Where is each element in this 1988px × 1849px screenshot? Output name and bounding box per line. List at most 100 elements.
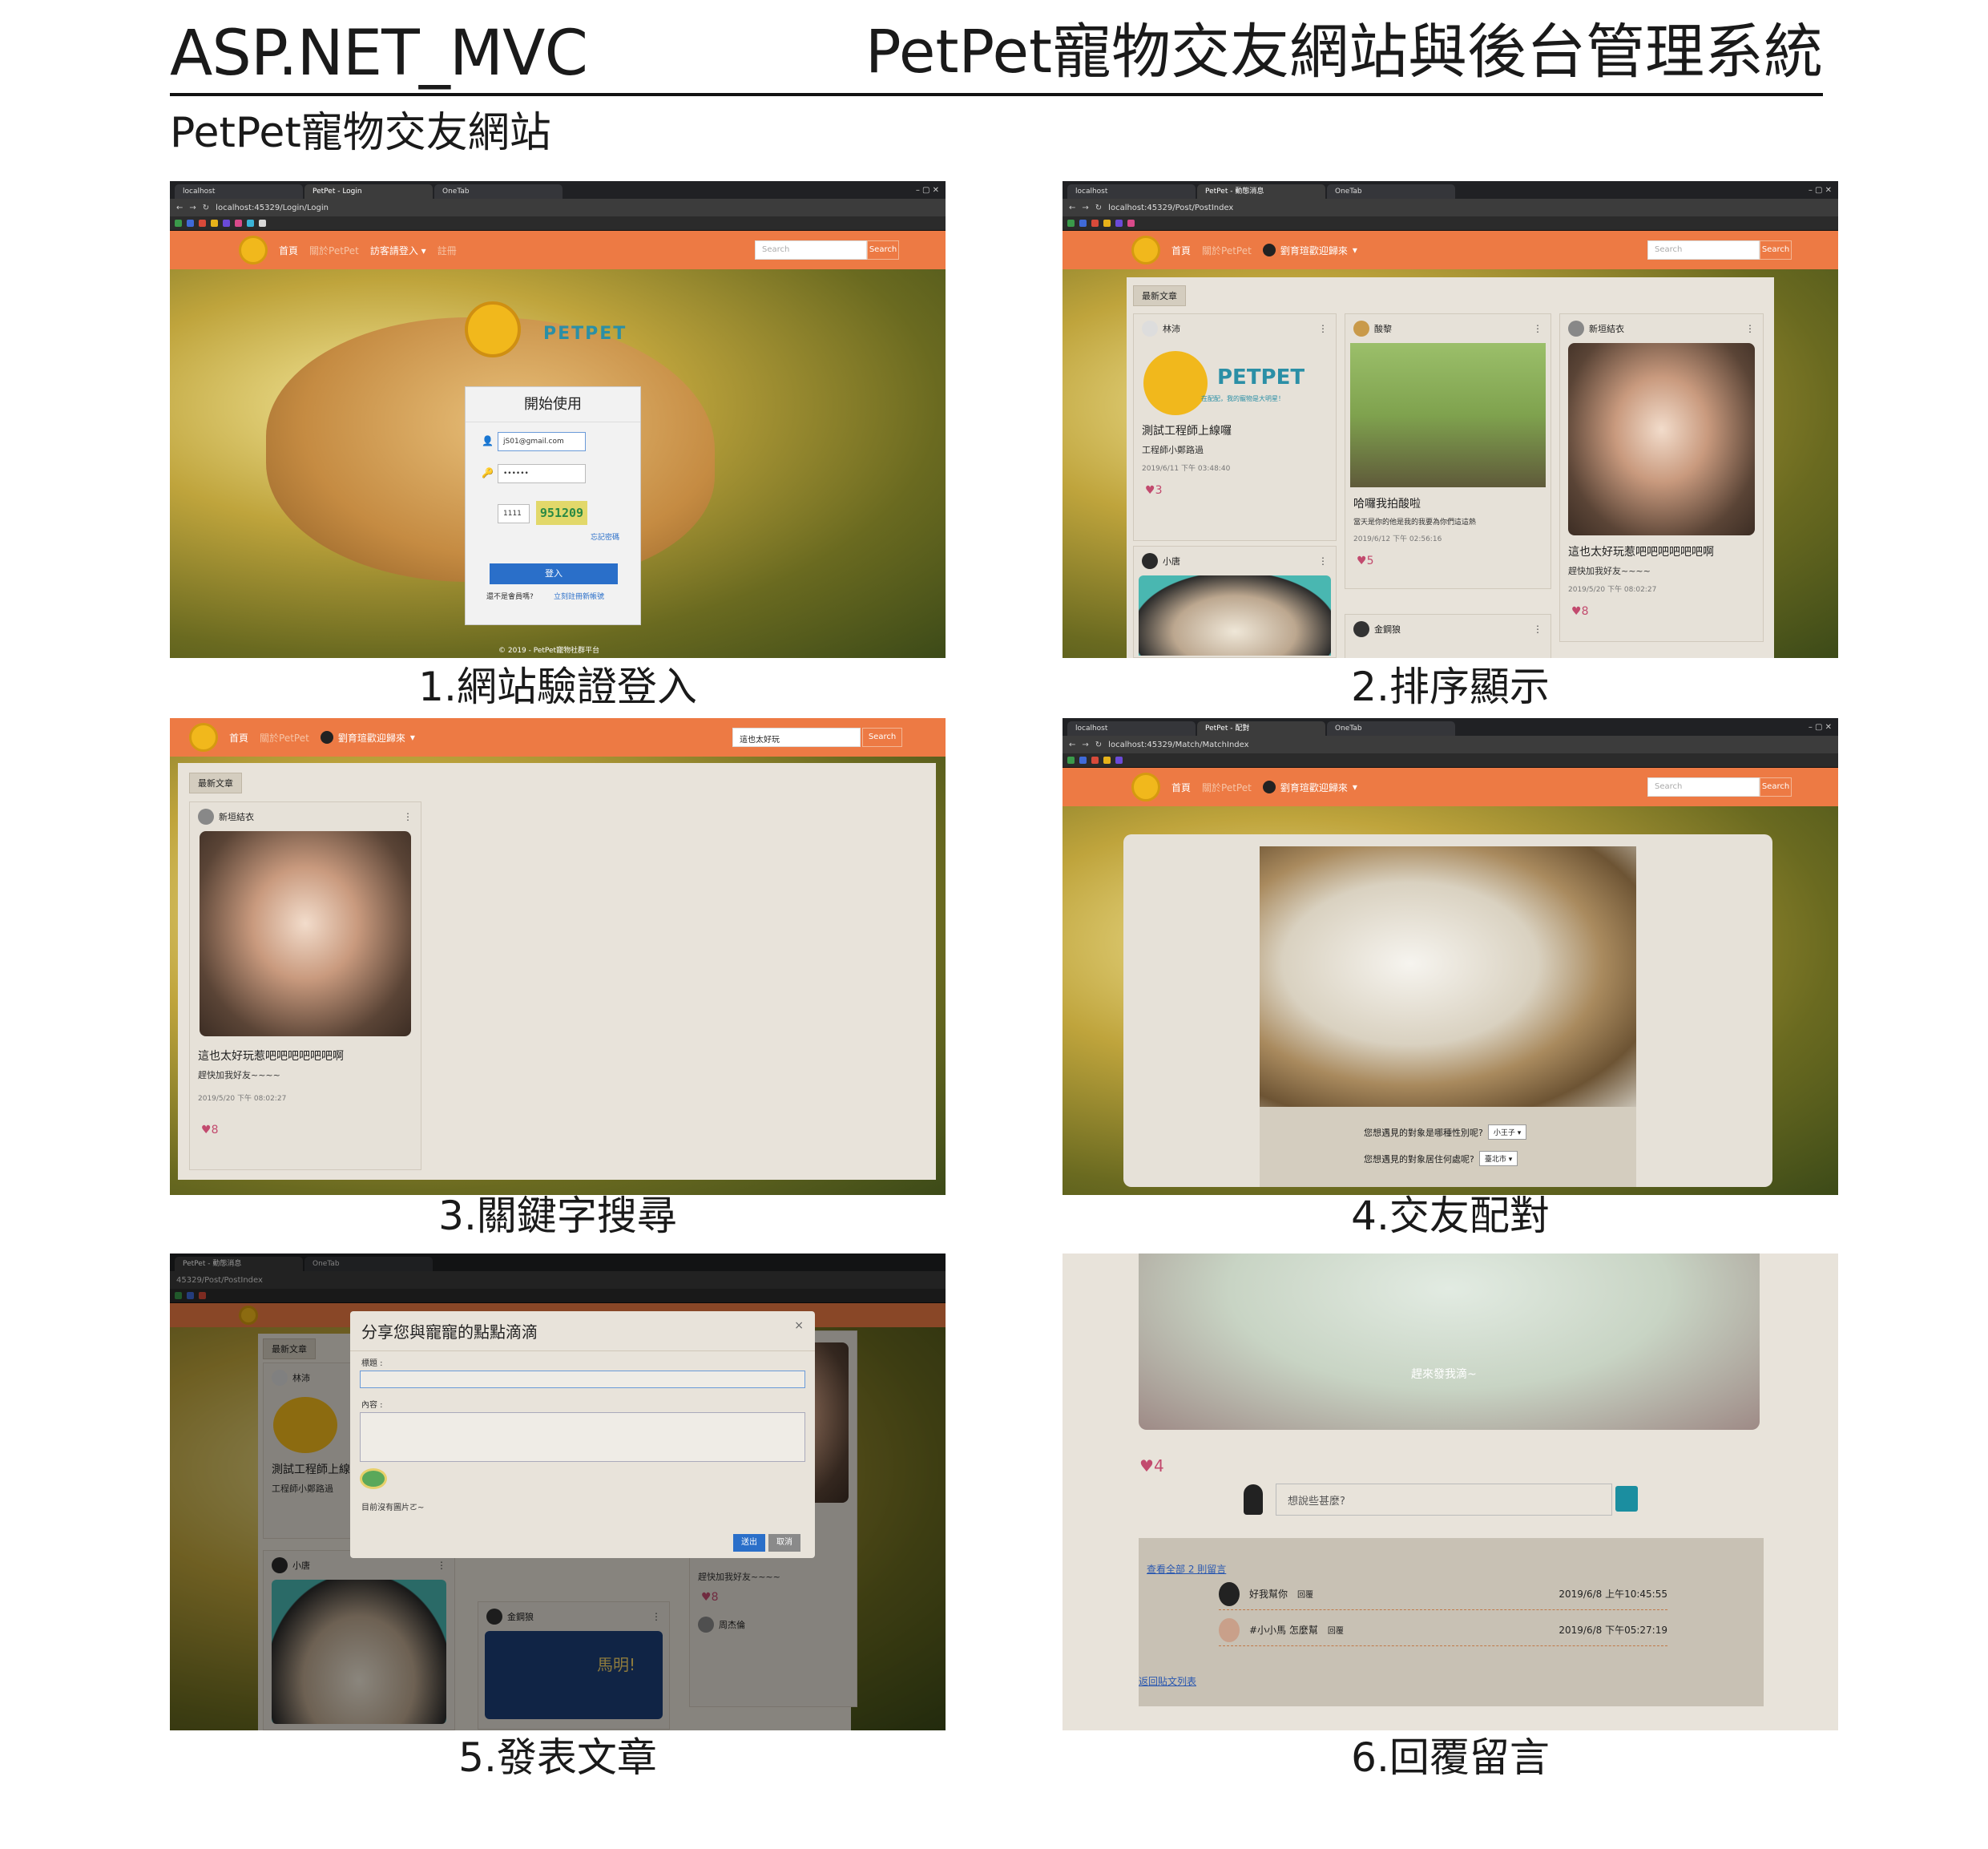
nav-user-menu[interactable]: 劉育瑄歡迎歸來 ▾: [1262, 781, 1357, 794]
browser-tab[interactable]: localhost: [175, 184, 303, 199]
address-bar[interactable]: ← → ↻ localhost:45329/Post/PostIndex: [1063, 199, 1838, 216]
like-count[interactable]: ♥8: [190, 1108, 421, 1143]
forward-icon[interactable]: →: [189, 204, 196, 212]
kebab-menu-icon[interactable]: ⋮: [403, 811, 413, 822]
heart-icon[interactable]: ♥: [1571, 605, 1582, 618]
kebab-menu-icon[interactable]: ⋮: [1318, 555, 1328, 567]
nav-user-menu[interactable]: 劉育瑄歡迎歸來 ▾: [1262, 244, 1357, 257]
heart-icon[interactable]: ♥: [1139, 1456, 1154, 1476]
window-controls[interactable]: – ▢ ✕: [1809, 186, 1838, 195]
nav-about[interactable]: 關於PetPet: [309, 244, 359, 257]
kebab-menu-icon[interactable]: ⋮: [1533, 624, 1542, 635]
close-icon[interactable]: ×: [794, 1319, 804, 1332]
back-icon[interactable]: ←: [1069, 741, 1075, 749]
window-controls[interactable]: – ▢ ✕: [1809, 723, 1838, 732]
browser-tab[interactable]: localhost: [1067, 184, 1196, 199]
search-button[interactable]: Search: [867, 240, 899, 260]
window-controls[interactable]: – ▢ ✕: [916, 186, 946, 195]
site-logo[interactable]: [1131, 236, 1160, 264]
browser-tab-active[interactable]: PetPet - 動態消息: [1197, 184, 1325, 199]
site-logo[interactable]: [239, 236, 268, 264]
like-count[interactable]: ♥8: [1560, 599, 1763, 624]
nav-home[interactable]: 首頁: [279, 244, 298, 257]
nav-guest-login[interactable]: 訪客請登入 ▾: [370, 244, 426, 257]
avatar: [1353, 321, 1369, 337]
chat-send-icon[interactable]: [1615, 1486, 1638, 1512]
screenshot-login: localhost PetPet - Login OneTab – ▢ ✕ ← →…: [170, 181, 946, 658]
reply-link[interactable]: 回覆: [1297, 1588, 1313, 1600]
cancel-button[interactable]: 取消: [768, 1534, 800, 1552]
location-select[interactable]: 臺北市 ▾: [1478, 1151, 1518, 1166]
heart-icon[interactable]: ♥: [1145, 484, 1155, 497]
reload-icon[interactable]: ↻: [203, 204, 209, 212]
reply-link[interactable]: 回覆: [1328, 1624, 1344, 1636]
camera-icon[interactable]: [360, 1468, 387, 1489]
email-field[interactable]: jS01@gmail.com: [498, 432, 586, 451]
search-input[interactable]: 這也太好玩: [732, 728, 861, 747]
heart-icon[interactable]: ♥: [1357, 555, 1367, 567]
post-author: 林沛: [1163, 324, 1180, 334]
address-bar[interactable]: ← → ↻ localhost:45329/Login/Login: [170, 199, 946, 216]
view-all-comments-link[interactable]: 查看全部 2 則留言: [1147, 1562, 1226, 1576]
search-input[interactable]: Search: [755, 240, 867, 260]
browser-tab[interactable]: OneTab: [434, 184, 563, 199]
post-image: 趕來發我滴~: [1139, 1254, 1760, 1430]
nav-register[interactable]: 註冊: [438, 244, 457, 257]
comment-input[interactable]: 想說些甚麼?: [1276, 1484, 1612, 1516]
nav-about[interactable]: 關於PetPet: [1202, 244, 1252, 257]
browser-tab[interactable]: localhost: [1067, 721, 1196, 736]
nav-home[interactable]: 首頁: [1171, 781, 1191, 794]
forward-icon[interactable]: →: [1082, 741, 1088, 749]
site-logo[interactable]: [1131, 773, 1160, 801]
gender-select[interactable]: 小王子 ▾: [1487, 1124, 1527, 1140]
captcha-input[interactable]: 1111: [498, 504, 530, 523]
search-input[interactable]: Search: [1647, 777, 1760, 797]
back-icon[interactable]: ←: [176, 204, 183, 212]
post-date: 2019/6/12 下午 02:56:16: [1353, 535, 1442, 543]
browser-tab[interactable]: OneTab: [1327, 184, 1455, 199]
reload-icon[interactable]: ↻: [1095, 741, 1102, 749]
avatar: [198, 809, 214, 825]
url-text[interactable]: localhost:45329/Login/Login: [216, 204, 329, 212]
forgot-password-link[interactable]: 忘記密碼: [591, 531, 619, 542]
address-bar[interactable]: ← → ↻ localhost:45329/Match/MatchIndex: [1063, 736, 1838, 753]
url-text[interactable]: localhost:45329/Match/MatchIndex: [1108, 741, 1248, 749]
reload-icon[interactable]: ↻: [1095, 204, 1102, 212]
submit-button[interactable]: 送出: [733, 1534, 765, 1552]
search-button[interactable]: Search: [1760, 240, 1792, 260]
nav-user-menu[interactable]: 劉育瑄歡迎歸來 ▾: [320, 731, 415, 745]
tab-latest-posts[interactable]: 最新文章: [1133, 285, 1186, 306]
site-logo[interactable]: [189, 723, 218, 752]
browser-tab-active[interactable]: PetPet - 配對: [1197, 721, 1325, 736]
nav-home[interactable]: 首頁: [229, 731, 248, 745]
like-count[interactable]: ♥4: [1128, 1450, 1175, 1482]
browser-tab-active[interactable]: PetPet - Login: [304, 184, 433, 199]
nav-about[interactable]: 關於PetPet: [1202, 781, 1252, 794]
kebab-menu-icon[interactable]: ⋮: [1318, 323, 1328, 334]
post-title: 哈囉我拍酸啦: [1353, 498, 1421, 511]
search-button[interactable]: Search: [862, 728, 902, 747]
like-count[interactable]: ♥3: [1134, 478, 1336, 503]
not-member-text: 還不是會員嗎?: [486, 593, 534, 601]
login-button[interactable]: 登入: [490, 563, 618, 584]
kebab-menu-icon[interactable]: ⋮: [1745, 323, 1755, 334]
like-count[interactable]: ♥5: [1345, 548, 1550, 574]
tab-latest-posts[interactable]: 最新文章: [189, 773, 242, 793]
content-field[interactable]: [360, 1412, 805, 1462]
title-field[interactable]: [360, 1371, 805, 1388]
back-to-list-link[interactable]: 返回貼文列表: [1139, 1674, 1196, 1688]
back-icon[interactable]: ←: [1069, 204, 1075, 212]
search-button[interactable]: Search: [1760, 777, 1792, 797]
forward-icon[interactable]: →: [1082, 204, 1088, 212]
search-input[interactable]: Search: [1647, 240, 1760, 260]
nav-home[interactable]: 首頁: [1171, 244, 1191, 257]
location-question: 您想遇見的對象居住何處呢? 臺北市 ▾: [1364, 1151, 1518, 1166]
browser-tab[interactable]: OneTab: [1327, 721, 1455, 736]
register-link[interactable]: 立刻註冊新帳號: [554, 591, 604, 601]
kebab-menu-icon[interactable]: ⋮: [1533, 323, 1542, 334]
heart-icon[interactable]: ♥: [201, 1124, 212, 1136]
url-text[interactable]: localhost:45329/Post/PostIndex: [1108, 204, 1233, 212]
nav-about[interactable]: 關於PetPet: [260, 731, 309, 745]
password-field[interactable]: ••••••: [498, 464, 586, 483]
browser-tabbar: localhost PetPet - Login OneTab – ▢ ✕: [170, 181, 946, 199]
